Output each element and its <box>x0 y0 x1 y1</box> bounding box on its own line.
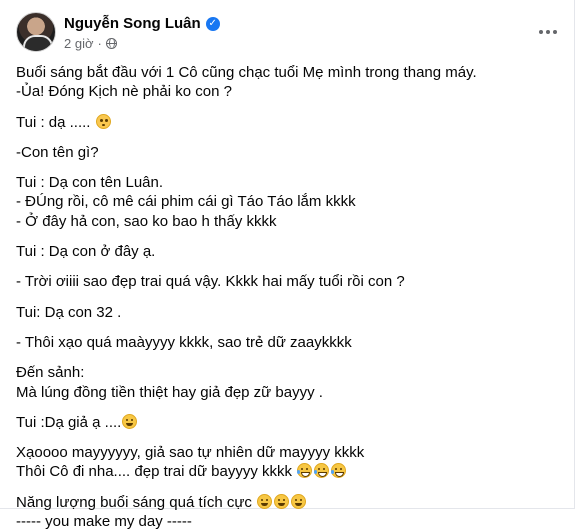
paragraph: Tui : dạ ..... <box>16 113 566 132</box>
text-line: Tui :Dạ giả ạ .... <box>16 413 566 432</box>
text-line: Đến sảnh: <box>16 364 85 382</box>
joy-emoji-icon <box>331 463 347 479</box>
author-name[interactable]: Nguyễn Song Luân <box>64 15 201 32</box>
text-line: -Con tên gì? <box>16 143 99 161</box>
paragraph: - Trời ơiiii sao đẹp trai quá vậy. Kkkk … <box>16 272 566 291</box>
more-options-icon[interactable] <box>534 20 562 44</box>
globe-icon[interactable] <box>105 38 117 49</box>
paragraph: Xạoooo mayyyyyy, giả sao tự nhiên dữ may… <box>16 443 566 482</box>
paragraph: Buổi sáng bắt đầu với 1 Cô cũng chạc tuổ… <box>16 63 566 102</box>
post-time[interactable]: 2 giờ <box>64 36 94 51</box>
text-line: Năng lượng buổi sáng quá tích cực <box>16 493 566 512</box>
laughing-emoji-icon <box>257 493 273 509</box>
paragraph: Tui : Dạ con ở đây ạ. <box>16 242 566 261</box>
text-run: Tui : dạ ..... <box>16 113 91 131</box>
text-run: Thôi Cô đi nha.... đẹp trai dữ bayyyy kk… <box>16 463 292 481</box>
paragraph: -Con tên gì? <box>16 143 566 162</box>
text-line: Mà lúng đồng tiền thiệt hay giả đẹp zữ b… <box>16 383 323 401</box>
text-line: - Ở đây hả con, sao ko bao h thấy kkkk <box>16 212 277 230</box>
text-line: - Thôi xạo quá maàyyyy kkkk, sao trẻ dữ … <box>16 333 352 351</box>
text-line: Thôi Cô đi nha.... đẹp trai dữ bayyyy kk… <box>16 462 566 481</box>
text-line: Tui : Dạ con ở đây ạ. <box>16 243 156 261</box>
avatar-figure <box>23 35 53 51</box>
laughing-emoji-icon <box>291 493 307 509</box>
paragraph: Tui :Dạ giả ạ .... <box>16 413 566 432</box>
paragraph: - Thôi xạo quá maàyyyy kkkk, sao trẻ dữ … <box>16 333 566 352</box>
paragraph: Tui: Dạ con 32 . <box>16 303 566 322</box>
text-line: Tui : dạ ..... <box>16 113 566 132</box>
paragraph: Đến sảnh: Mà lúng đồng tiền thiệt hay gi… <box>16 363 566 402</box>
paragraph: Năng lượng buổi sáng quá tích cực ----- … <box>16 493 566 531</box>
text-line: -Ủa! Đóng Kịch nè phải ko con ? <box>16 83 232 101</box>
author-row: Nguyễn Song Luân ✓ <box>64 15 220 32</box>
author-avatar[interactable] <box>16 12 56 52</box>
text-line: Xạoooo mayyyyyy, giả sao tự nhiên dữ may… <box>16 444 365 462</box>
text-line: Tui: Dạ con 32 . <box>16 303 122 321</box>
text-run: Năng lượng buổi sáng quá tích cực <box>16 493 252 511</box>
laughing-emoji-icon <box>274 493 290 509</box>
joy-emoji-icon <box>314 463 330 479</box>
text-line: - ĐÚng rồi, cô mê cái phim cái gì Táo Tá… <box>16 193 356 211</box>
text-line: - Trời ơiiii sao đẹp trai quá vậy. Kkkk … <box>16 273 405 291</box>
grinning-sweat-emoji-icon <box>122 413 138 429</box>
post-meta: 2 giờ · <box>64 36 117 51</box>
text-line: Buổi sáng bắt đầu với 1 Cô cũng chạc tuổ… <box>16 64 477 81</box>
text-run: Tui :Dạ giả ạ .... <box>16 413 122 431</box>
meta-separator: · <box>97 36 102 51</box>
paragraph: Tui : Dạ con tên Luân. - ĐÚng rồi, cô mê… <box>16 173 566 231</box>
joy-emoji-icon <box>297 463 313 479</box>
flushed-face-emoji-icon <box>95 113 111 129</box>
post-body: Buổi sáng bắt đầu với 1 Cô cũng chạc tuổ… <box>16 63 566 531</box>
verified-badge-icon: ✓ <box>205 16 220 31</box>
text-line: ----- you make my day ----- <box>16 513 192 531</box>
text-line: Tui : Dạ con tên Luân. <box>16 174 164 192</box>
post-card: Nguyễn Song Luân ✓ 2 giờ · Buổi sáng bắt… <box>0 0 575 530</box>
post-header: Nguyễn Song Luân ✓ 2 giờ · <box>16 12 566 56</box>
